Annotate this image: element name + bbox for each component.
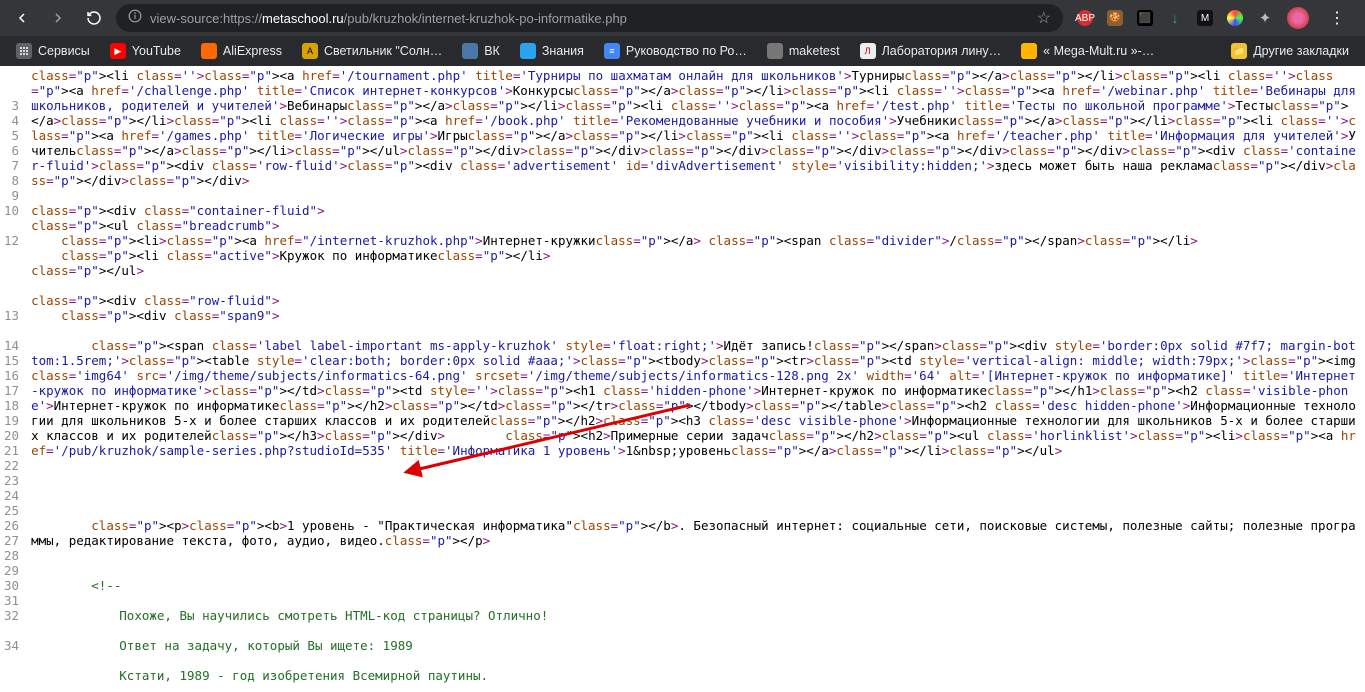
bookmarks-bar: Сервисы ▶YouTube AliExpress AСветильник …	[0, 36, 1365, 66]
bookmark-vk[interactable]: ВК	[454, 40, 508, 62]
other-bookmarks[interactable]: 📁Другие закладки	[1223, 40, 1357, 62]
ext-icon-3[interactable]: ↓	[1167, 10, 1183, 26]
forward-button[interactable]	[44, 4, 72, 32]
bookmark-megamult[interactable]: « Mega-Mult.ru »-…	[1013, 40, 1162, 62]
bookmark-aliexpress[interactable]: AliExpress	[193, 40, 290, 62]
source-code[interactable]: class="p"><li class=''>class="p"><a href…	[25, 66, 1365, 692]
extensions-puzzle-icon[interactable]: ✦	[1257, 10, 1273, 26]
bookmark-maketest[interactable]: maketest	[759, 40, 848, 62]
profile-avatar[interactable]	[1287, 7, 1309, 29]
ext-icon-1[interactable]: 🍪	[1107, 10, 1123, 26]
bookmark-gdoc[interactable]: ≡Руководство по Ро…	[596, 40, 755, 62]
bookmark-star-icon[interactable]: ☆	[1037, 8, 1051, 28]
abp-icon[interactable]: ABP	[1077, 10, 1093, 26]
back-button[interactable]	[8, 4, 36, 32]
view-source-pane: 3456789101213141516171819202122232425262…	[0, 66, 1365, 692]
line-gutter: 3456789101213141516171819202122232425262…	[0, 66, 25, 692]
url-text: view-source:https://metaschool.ru/pub/kr…	[150, 11, 627, 26]
ext-icon-2[interactable]: ⬛	[1137, 10, 1153, 26]
bookmark-youtube[interactable]: ▶YouTube	[102, 40, 189, 62]
bookmark-lamp[interactable]: AСветильник "Солн…	[294, 40, 450, 62]
reload-button[interactable]	[80, 4, 108, 32]
bookmark-lab[interactable]: ЛЛаборатория лину…	[852, 40, 1010, 62]
browser-toolbar: view-source:https://metaschool.ru/pub/kr…	[0, 0, 1365, 36]
chrome-menu-icon[interactable]: ⋮	[1329, 8, 1345, 28]
ext-icon-5[interactable]	[1227, 10, 1243, 26]
site-info-icon[interactable]	[128, 9, 142, 28]
apps-button[interactable]: Сервисы	[8, 40, 98, 62]
extensions-area: ABP 🍪 ⬛ ↓ M ✦ ⋮	[1071, 7, 1357, 29]
bookmark-znania[interactable]: Знания	[512, 40, 592, 62]
address-bar[interactable]: view-source:https://metaschool.ru/pub/kr…	[116, 4, 1063, 32]
ext-icon-4[interactable]: M	[1197, 10, 1213, 26]
